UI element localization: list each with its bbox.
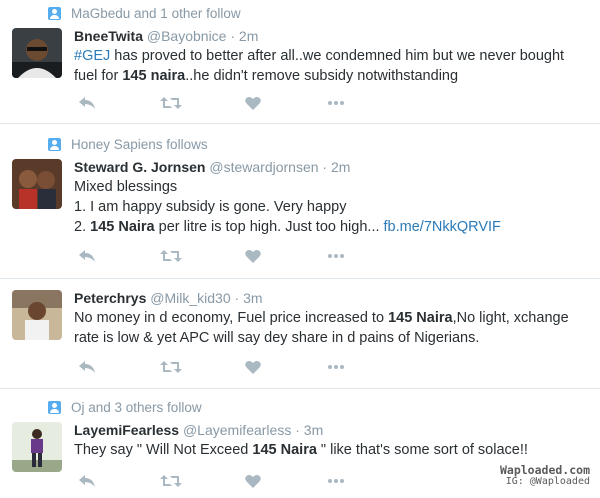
tweet-text-line: 1. I am happy subsidy is gone. Very happ… — [74, 199, 347, 215]
tweet-header: Peterchrys @Milk_kid30 · 3m — [74, 290, 263, 306]
tweet-actions — [74, 93, 374, 113]
display-name[interactable]: BneeTwita — [74, 28, 143, 44]
watermark: Waploaded.com IG: @Waploaded — [500, 464, 590, 488]
reply-button[interactable] — [74, 357, 100, 377]
tweet-text: They say " Will Not Exceed 145 Naira " l… — [74, 440, 589, 460]
person-follow-icon — [48, 6, 61, 20]
more-button[interactable] — [323, 93, 349, 113]
social-context-text: Honey Sapiens follows — [71, 136, 208, 152]
tweet-text-line: rate is low & yet APC will say dey share… — [74, 330, 480, 346]
reply-icon — [79, 475, 95, 487]
retweet-button[interactable] — [158, 246, 184, 266]
display-name[interactable]: Steward G. Jornsen — [74, 159, 205, 175]
tweet-text-segment: ..he didn't remove subsidy notwithstandi… — [185, 68, 459, 84]
retweet-button[interactable] — [158, 357, 184, 377]
social-context[interactable]: MaGbedu and 1 other follow — [48, 3, 241, 23]
tweet-text-segment: They say " Will Not Exceed — [74, 442, 253, 458]
username[interactable]: @Bayobnice — [147, 28, 227, 44]
more-button[interactable] — [323, 246, 349, 266]
like-icon — [245, 249, 261, 263]
like-button[interactable] — [240, 93, 266, 113]
tweet-3[interactable]: Peterchrys @Milk_kid30 · 3m No money in … — [0, 279, 600, 389]
tweet-actions — [74, 357, 374, 377]
avatar[interactable] — [12, 290, 62, 340]
highlight-text: 145 Naira — [252, 442, 317, 458]
watermark-handle: IG: @Waploaded — [505, 476, 590, 487]
like-button[interactable] — [240, 357, 266, 377]
social-context[interactable]: Honey Sapiens follows — [48, 134, 208, 154]
reply-button[interactable] — [74, 246, 100, 266]
hashtag-link[interactable]: #GEJ — [74, 48, 110, 64]
reply-icon — [79, 361, 95, 373]
more-icon — [328, 365, 344, 369]
tweet-text-segment: per litre is top high. Just too high... — [154, 219, 384, 235]
reply-icon — [79, 250, 95, 262]
tweet-text-segment: has proved to better after all..we conde… — [110, 48, 565, 64]
like-icon — [245, 96, 261, 110]
tweet-text-segment: ,No light, xchange — [452, 310, 569, 326]
reply-icon — [79, 97, 95, 109]
tweet-actions — [74, 246, 374, 266]
avatar-image — [12, 28, 62, 78]
retweet-button[interactable] — [158, 93, 184, 113]
avatar-image — [12, 290, 62, 340]
avatar[interactable] — [12, 159, 62, 209]
reply-button[interactable] — [74, 471, 100, 491]
highlight-text: 145 Naira — [90, 219, 155, 235]
tweet-text-segment: fuel for — [74, 68, 123, 84]
more-icon — [328, 254, 344, 258]
tweet-header: Steward G. Jornsen @stewardjornsen · 2m — [74, 159, 350, 175]
tweet-text-segment: " like that's some sort of solace!! — [316, 442, 528, 458]
more-button[interactable] — [323, 471, 349, 491]
username[interactable]: @Layemifearless — [183, 422, 291, 438]
timestamp[interactable]: · 2m — [322, 159, 350, 175]
social-context[interactable]: Oj and 3 others follow — [48, 397, 202, 417]
highlight-text: 145 naira — [122, 68, 186, 84]
retweet-button[interactable] — [158, 471, 184, 491]
avatar[interactable] — [12, 28, 62, 78]
social-context-text: MaGbedu and 1 other follow — [71, 5, 241, 21]
display-name[interactable]: Peterchrys — [74, 290, 146, 306]
tweet-header: BneeTwita @Bayobnice · 2m — [74, 28, 258, 44]
reply-button[interactable] — [74, 93, 100, 113]
person-follow-icon — [48, 137, 61, 151]
avatar-image — [12, 422, 62, 472]
tweet-text-segment: 2. — [74, 219, 91, 235]
tweet-text: #GEJ has proved to better after all..we … — [74, 46, 589, 86]
social-context-text: Oj and 3 others follow — [71, 399, 202, 415]
like-button[interactable] — [240, 471, 266, 491]
more-button[interactable] — [323, 357, 349, 377]
username[interactable]: @Milk_kid30 — [150, 290, 230, 306]
display-name[interactable]: LayemiFearless — [74, 422, 179, 438]
tweet-actions — [74, 471, 374, 491]
tweet-1[interactable]: MaGbedu and 1 other follow BneeTwita @Ba… — [0, 0, 600, 124]
timestamp[interactable]: · 2m — [230, 28, 258, 44]
like-button[interactable] — [240, 246, 266, 266]
tweet-header: LayemiFearless @Layemifearless · 3m — [74, 422, 323, 438]
avatar-image — [12, 159, 62, 209]
watermark-site: Waploaded.com — [499, 463, 590, 477]
like-icon — [245, 474, 261, 488]
timestamp[interactable]: · 3m — [295, 422, 323, 438]
tweet-text-segment: No money in d economy, Fuel price increa… — [74, 310, 389, 326]
timestamp[interactable]: · 3m — [235, 290, 263, 306]
tweet-text: No money in d economy, Fuel price increa… — [74, 308, 589, 348]
tweet-2[interactable]: Honey Sapiens follows Steward G. Jornsen… — [0, 124, 600, 279]
tweet-text: Mixed blessings 1. I am happy subsidy is… — [74, 177, 589, 237]
retweet-icon — [160, 97, 182, 109]
more-icon — [328, 479, 344, 483]
more-icon — [328, 101, 344, 105]
username[interactable]: @stewardjornsen — [209, 159, 318, 175]
external-link[interactable]: fb.me/7NkkQRVIF — [384, 219, 501, 235]
person-follow-icon — [48, 400, 61, 414]
avatar[interactable] — [12, 422, 62, 472]
retweet-icon — [160, 361, 182, 373]
tweet-text-line: Mixed blessings — [74, 179, 178, 195]
retweet-icon — [160, 250, 182, 262]
like-icon — [245, 360, 261, 374]
retweet-icon — [160, 475, 182, 487]
highlight-text: 145 Naira — [388, 310, 453, 326]
